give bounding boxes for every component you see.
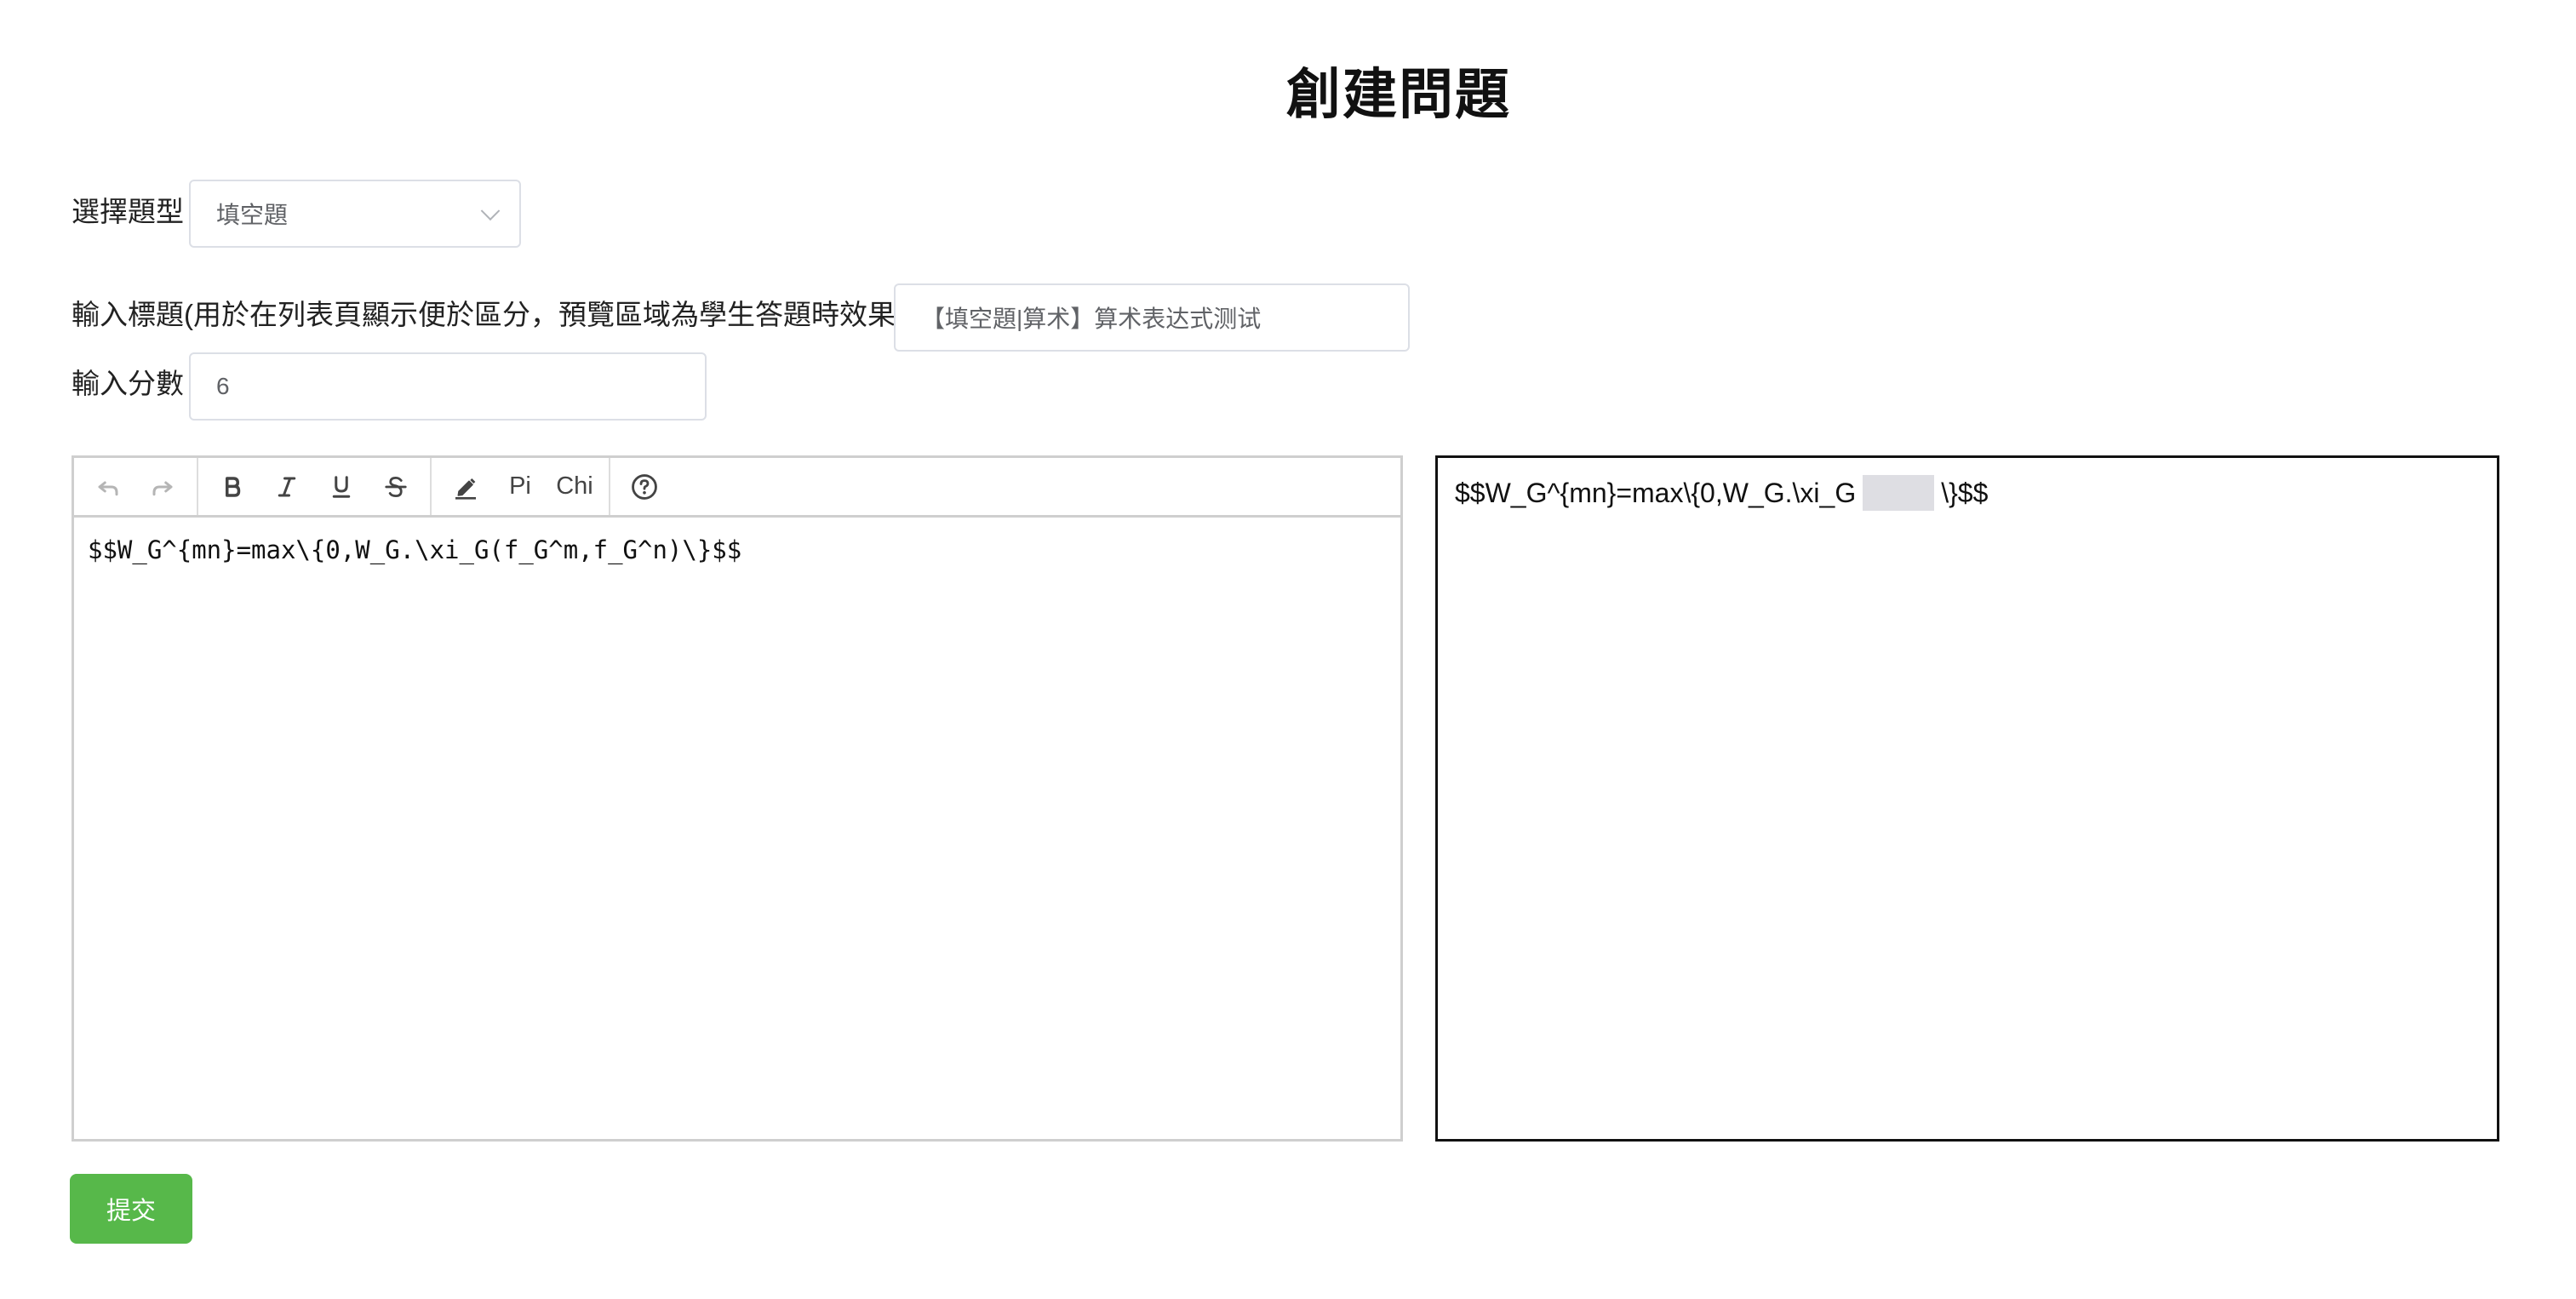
pi-button[interactable]: Pi — [493, 463, 547, 511]
submit-button[interactable]: 提交 — [70, 1174, 192, 1244]
italic-icon[interactable] — [260, 463, 314, 511]
question-type-value: 填空題 — [216, 202, 289, 228]
pi-label: Pi — [509, 472, 531, 500]
rich-text-editor[interactable]: Pi Chi $$W_G^{mn}=max\{0,W_G.\xi_G(f_G^m… — [72, 455, 1403, 1142]
pen-icon[interactable] — [438, 463, 493, 511]
score-field[interactable] — [189, 352, 707, 421]
preview-text-before: $$W_G^{mn}=max\{0,W_G.\xi_G — [1455, 478, 1857, 508]
page-title: 創建問題 — [1286, 64, 1511, 125]
history-group — [74, 458, 198, 515]
preview-content: $$W_G^{mn}=max\{0,W_G.\xi_G \}$$ — [1455, 475, 1988, 511]
title-label: 輸入標題(用於在列表頁顯示便於區分，預覽區域為學生答題時效果) — [72, 299, 905, 330]
chi-button[interactable]: Chi — [547, 463, 602, 511]
editor-toolbar: Pi Chi — [74, 458, 1400, 518]
insert-group: Pi Chi — [432, 458, 610, 515]
chi-label: Chi — [556, 472, 593, 500]
preview-text-after: \}$$ — [1941, 478, 1989, 508]
editor-content[interactable]: $$W_G^{mn}=max\{0,W_G.\xi_G(f_G^m,f_G^n)… — [74, 518, 1400, 582]
help-group — [610, 458, 678, 515]
title-field[interactable] — [894, 283, 1410, 352]
score-input[interactable] — [216, 373, 705, 400]
score-label: 輸入分數 — [72, 368, 184, 399]
preview-area: $$W_G^{mn}=max\{0,W_G.\xi_G \}$$ — [1435, 455, 2499, 1142]
bold-icon[interactable] — [205, 463, 260, 511]
underline-icon[interactable] — [314, 463, 369, 511]
chevron-down-icon — [480, 201, 501, 221]
question-type-label: 選擇題型 — [72, 196, 184, 227]
strikethrough-icon[interactable] — [369, 463, 423, 511]
question-type-select[interactable]: 填空題 — [189, 180, 521, 248]
help-icon[interactable] — [617, 463, 672, 511]
title-input[interactable] — [921, 304, 1408, 331]
redo-icon[interactable] — [135, 463, 190, 511]
preview-blank-input[interactable] — [1863, 475, 1935, 511]
undo-icon[interactable] — [81, 463, 135, 511]
format-group — [198, 458, 432, 515]
